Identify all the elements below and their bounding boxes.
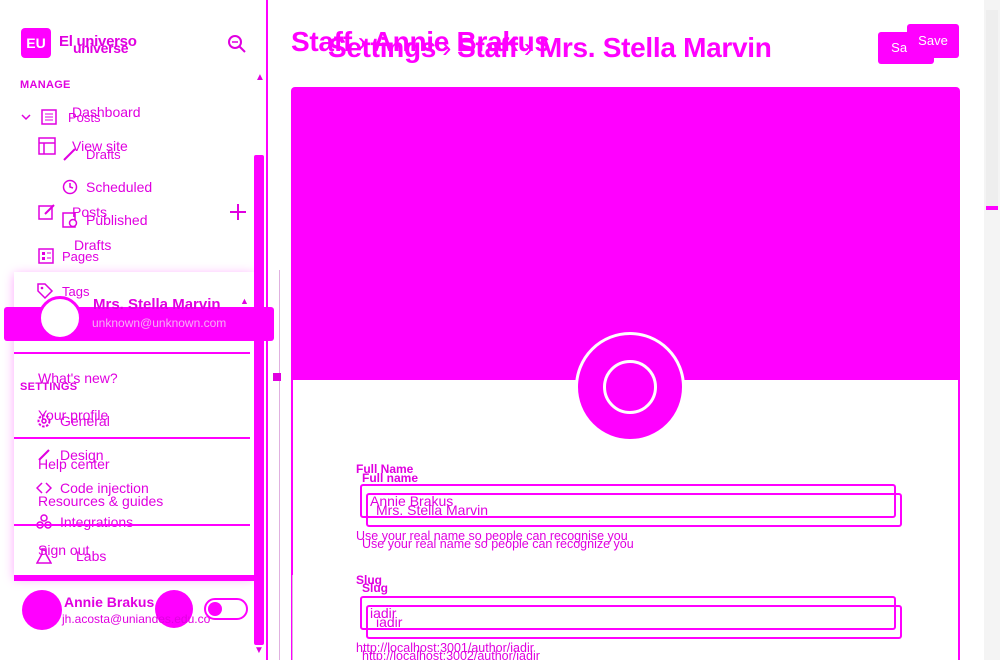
popup-caret-icon: ▲ (240, 296, 249, 306)
edit-icon (38, 204, 55, 220)
settings-section-label: SETTINGS (20, 381, 78, 393)
breadcrumb-separator-icon: › (442, 32, 452, 63)
manage-section-label: MANAGE (20, 79, 71, 91)
sidebar-item-posts[interactable]: Posts (20, 108, 101, 126)
footer-user-email: jh.acosta@uniandes.edu.co (62, 612, 211, 626)
sidebar-scroll-thumb[interactable] (254, 155, 264, 645)
sidebar-item-integrations[interactable]: Integrations (36, 514, 133, 530)
scroll-down-icon[interactable]: ▼ (254, 645, 264, 656)
profile-picture-ring (603, 360, 657, 414)
published-icon (62, 212, 78, 228)
pages-icon (38, 248, 54, 264)
breadcrumb-b: Settings › Staff › Mrs. Stella Marvin (328, 32, 772, 64)
fullname-label-echo: Full name (362, 471, 419, 485)
breadcrumb-settings-link[interactable]: Settings (328, 32, 436, 63)
sidebar-item-published[interactable]: Published (62, 212, 148, 228)
slug-label-echo: Slug (362, 581, 388, 595)
posts-icon (41, 109, 57, 125)
sidebar-item-labs[interactable]: Labs (36, 548, 106, 564)
layout-icon (38, 137, 56, 155)
popup-avatar (38, 296, 82, 340)
flask-icon (36, 548, 52, 564)
resize-handle[interactable] (273, 373, 281, 381)
slug-url-echo: http://localhost:3002/author/iadir (362, 649, 540, 660)
theme-toggle[interactable] (204, 598, 248, 620)
popup-user-email: unknown@unknown.com (92, 316, 227, 330)
pen-icon (63, 148, 76, 161)
popup-link-resources[interactable]: Resources & guides (38, 493, 163, 509)
sidebar-item-label: Integrations (60, 514, 134, 530)
puzzle-icon (36, 514, 52, 529)
page-title: Mrs. Stella Marvin (538, 32, 772, 63)
search-icon[interactable] (226, 33, 248, 55)
sidebar-item-label: Scheduled (86, 179, 153, 195)
guide-line (292, 575, 293, 660)
brand-name-echo: universe (73, 40, 129, 56)
sidebar-item-label: Pages (62, 248, 99, 264)
sidebar-item-label: General (60, 413, 110, 429)
popup-divider-2 (14, 437, 250, 439)
fullname-hint-echo: Use your real name so people can recogni… (362, 537, 634, 551)
popup-user-name: Mrs. Stella Marvin (93, 296, 221, 313)
brand-logo[interactable]: EU (21, 28, 51, 58)
add-post-icon[interactable] (228, 202, 248, 227)
popup-divider (14, 352, 250, 354)
breadcrumb-staff-link[interactable]: Staff (457, 32, 518, 63)
fullname-input-echo[interactable] (366, 493, 902, 527)
sidebar-item-label: Labs (76, 548, 107, 564)
sidebar-item-label: Drafts (86, 146, 121, 162)
breadcrumb-separator-icon: › (523, 32, 533, 63)
sidebar-item-scheduled[interactable]: Scheduled (62, 179, 152, 195)
sidebar-item-label: Posts (68, 109, 101, 125)
footer-user-name[interactable]: Annie Brakus (64, 594, 154, 610)
popup-divider-3 (14, 524, 250, 526)
guide-line (279, 270, 280, 660)
slug-input-echo[interactable] (366, 605, 902, 639)
page-scroll-thumb[interactable] (986, 10, 998, 210)
clock-icon (62, 179, 78, 195)
popup-link-help-center[interactable]: Help center (38, 456, 110, 472)
sidebar-item-label: Published (86, 212, 148, 228)
chevron-down-icon (21, 114, 31, 121)
gear-icon (37, 414, 51, 428)
footer-divider (14, 575, 254, 581)
footer-avatar[interactable] (22, 590, 62, 630)
sidebar-item-general[interactable]: General (36, 413, 110, 429)
save-button[interactable]: Save (907, 24, 959, 58)
sidebar-item-pages[interactable]: Pages (38, 248, 99, 264)
sidebar-item-drafts[interactable]: Drafts (62, 146, 121, 162)
